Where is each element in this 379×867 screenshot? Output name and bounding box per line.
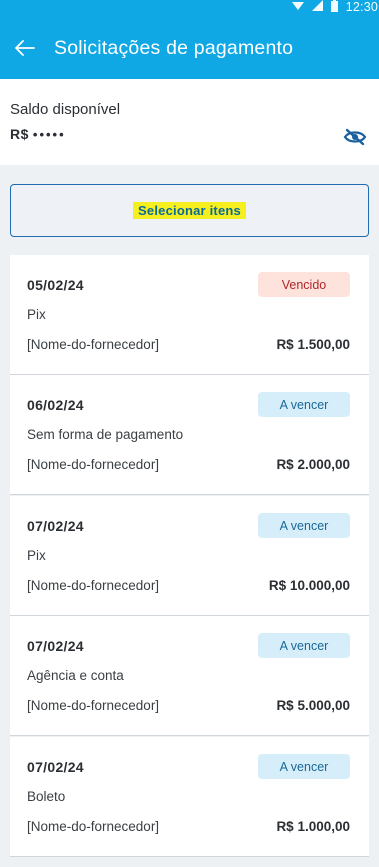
item-amount: R$ 1.000,00 xyxy=(276,819,350,834)
item-payment-method: Sem forma de pagamento xyxy=(27,427,184,442)
toolbar: Solicitações de pagamento xyxy=(0,28,379,68)
page-title: Solicitações de pagamento xyxy=(54,36,294,59)
balance-currency: R$ xyxy=(10,126,29,142)
list-item[interactable]: 07/02/24 A vencer Boleto [Nome-do-fornec… xyxy=(10,737,369,857)
item-date: 07/02/24 xyxy=(27,759,84,775)
balance-label: Saldo disponível xyxy=(10,101,121,118)
item-amount: R$ 2.000,00 xyxy=(276,457,350,472)
item-date: 07/02/24 xyxy=(27,518,84,534)
item-date: 05/02/24 xyxy=(27,277,84,293)
item-date: 07/02/24 xyxy=(27,638,84,654)
item-supplier: [Nome-do-fornecedor] xyxy=(27,457,160,472)
cell-signal-icon xyxy=(311,0,323,14)
eye-off-icon xyxy=(343,128,367,146)
app-bar: 12:30 Solicitações de pagamento xyxy=(0,0,379,79)
list-item[interactable]: 07/02/24 A vencer Pix [Nome-do-fornecedo… xyxy=(10,496,369,616)
item-payment-method: Pix xyxy=(27,548,46,563)
item-amount: R$ 1.500,00 xyxy=(276,337,350,352)
status-badge: A vencer xyxy=(258,513,350,538)
balance-card: Saldo disponível R$ ••••• xyxy=(0,79,379,165)
item-amount: R$ 5.000,00 xyxy=(276,698,350,713)
arrow-left-icon xyxy=(15,40,35,56)
status-badge: A vencer xyxy=(258,754,350,779)
item-date: 06/02/24 xyxy=(27,397,84,413)
list-item[interactable]: 05/02/24 Vencido Pix [Nome-do-fornecedor… xyxy=(10,255,369,375)
back-button[interactable] xyxy=(2,28,46,68)
status-badge: Vencido xyxy=(258,272,350,297)
status-bar: 12:30 xyxy=(239,0,379,14)
toggle-visibility-button[interactable] xyxy=(343,127,367,147)
status-badge: A vencer xyxy=(258,633,350,658)
status-badge: A vencer xyxy=(258,392,350,417)
balance-value: R$ ••••• xyxy=(10,126,66,142)
select-items-button[interactable]: Selecionar itens xyxy=(10,184,369,237)
item-amount: R$ 10.000,00 xyxy=(268,578,350,593)
item-supplier: [Nome-do-fornecedor] xyxy=(27,819,160,834)
select-items-label: Selecionar itens xyxy=(133,202,246,219)
list-item[interactable]: 07/02/24 A vencer Agência e conta [Nome-… xyxy=(10,616,369,736)
item-payment-method: Boleto xyxy=(27,789,66,804)
clock: 12:30 xyxy=(345,0,378,14)
item-payment-method: Pix xyxy=(27,307,46,322)
wifi-icon xyxy=(291,0,304,14)
item-supplier: [Nome-do-fornecedor] xyxy=(27,337,160,352)
list-item[interactable]: 06/02/24 A vencer Sem forma de pagamento… xyxy=(10,375,369,495)
battery-icon xyxy=(330,0,338,15)
item-payment-method: Agência e conta xyxy=(27,668,124,683)
item-supplier: [Nome-do-fornecedor] xyxy=(27,578,160,593)
balance-masked-value: ••••• xyxy=(32,127,66,142)
item-supplier: [Nome-do-fornecedor] xyxy=(27,698,160,713)
